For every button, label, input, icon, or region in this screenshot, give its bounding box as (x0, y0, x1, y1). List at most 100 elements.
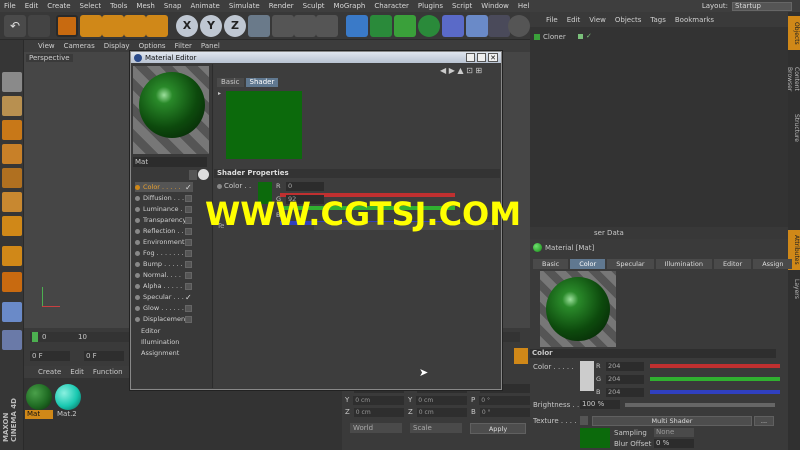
attr-sampling-dropdown[interactable]: None (654, 428, 694, 437)
attr-r-slider[interactable] (650, 364, 780, 368)
grid-snap-icon[interactable] (2, 330, 22, 350)
collapse-arrow-icon[interactable]: ▸ (218, 90, 221, 97)
om-menu-file[interactable]: File (546, 16, 558, 24)
pos-y-field[interactable]: 0 cm (353, 395, 405, 405)
om-menu-tags[interactable]: Tags (650, 16, 666, 24)
menu-mograph[interactable]: MoGraph (334, 2, 366, 10)
tab-layers[interactable]: Layers (788, 274, 800, 304)
close-icon[interactable]: ✕ (488, 53, 498, 62)
preview-arrow-icon[interactable] (189, 170, 197, 180)
redo-icon[interactable] (28, 15, 50, 37)
channel-normal[interactable]: Normal. . . . (135, 270, 192, 280)
menu-select[interactable]: Select (80, 2, 102, 10)
menu-mesh[interactable]: Mesh (136, 2, 154, 10)
size-z-field[interactable]: 0 cm (416, 407, 467, 417)
playhead[interactable] (32, 332, 38, 342)
om-menu-bookmarks[interactable]: Bookmarks (675, 16, 714, 24)
om-menu-edit[interactable]: Edit (567, 16, 581, 24)
object-row-cloner[interactable]: Cloner (534, 32, 566, 42)
model-mode-icon[interactable] (2, 72, 22, 92)
attr-tab-color[interactable]: Color (570, 259, 606, 269)
render-view-icon[interactable] (272, 15, 294, 37)
scale-tool-icon[interactable] (102, 15, 124, 37)
material-editor-titlebar[interactable]: Material Editor ✕ (131, 52, 501, 63)
array-icon[interactable] (394, 15, 416, 37)
tab-content-browser[interactable]: Content Browser (786, 54, 800, 104)
editor-preview[interactable] (133, 66, 209, 154)
attr-color-swatch[interactable] (580, 361, 594, 391)
timeline-settings-icon[interactable] (514, 348, 528, 364)
menu-window[interactable]: Window (481, 2, 509, 10)
material-label-mat2[interactable]: Mat.2 (55, 410, 83, 419)
enabled-check-icon[interactable]: ✓ (586, 32, 592, 40)
menu-plugins[interactable]: Plugins (418, 2, 443, 10)
viewport-menu-panel[interactable]: Panel (201, 42, 220, 50)
attr-tab-specular[interactable]: Specular (607, 259, 654, 269)
menu-snap[interactable]: Snap (164, 2, 182, 10)
viewport-menu-cameras[interactable]: Cameras (64, 42, 95, 50)
mm-menu-edit[interactable]: Edit (70, 368, 84, 376)
menu-simulate[interactable]: Simulate (229, 2, 260, 10)
menu-edit[interactable]: Edit (25, 2, 39, 10)
attr-g-field[interactable]: 204 (606, 375, 644, 384)
material-label-mat[interactable]: Mat (25, 410, 53, 419)
camera-icon[interactable] (488, 15, 510, 37)
x-axis-lock-icon[interactable]: X (176, 15, 198, 37)
channel-illumination[interactable]: Illumination (141, 337, 179, 347)
snap-icon[interactable] (2, 302, 22, 322)
tab-structure[interactable]: Structure (788, 108, 800, 148)
channel-glow[interactable]: Glow . . . . . . (135, 303, 192, 313)
attr-blur-field[interactable]: 0 % (654, 439, 694, 448)
attr-texture-preview[interactable] (580, 428, 610, 448)
attr-g-slider[interactable] (650, 377, 780, 381)
preview-settings-icon[interactable] (198, 169, 209, 180)
channel-specular[interactable]: Specular . . . ✓ (135, 292, 192, 302)
workplane-icon[interactable] (2, 120, 22, 140)
channel-environment[interactable]: Environment (135, 237, 192, 247)
points-mode-icon[interactable] (2, 144, 22, 164)
menu-character[interactable]: Character (374, 2, 409, 10)
add-tool-icon[interactable] (146, 15, 168, 37)
texture-mode-icon[interactable] (2, 96, 22, 116)
z-axis-lock-icon[interactable]: Z (224, 15, 246, 37)
mm-menu-create[interactable]: Create (38, 368, 61, 376)
minimize-icon[interactable] (466, 53, 475, 62)
channel-bump[interactable]: Bump . . . . . (135, 259, 192, 269)
attr-texture-button[interactable]: Multi Shader (592, 416, 752, 426)
nav-arrows-icon[interactable]: ◀ ▶ ▲ ⊡ ⊞ (440, 66, 498, 75)
attr-r-field[interactable]: 204 (606, 362, 644, 371)
render-settings-icon[interactable] (316, 15, 338, 37)
rot-b-field[interactable]: 0 ° (479, 407, 531, 417)
layout-dropdown[interactable]: Startup (732, 1, 792, 11)
channel-transparency[interactable]: Transparency (135, 215, 192, 225)
current-frame-field[interactable]: 0 F (30, 351, 70, 361)
maximize-icon[interactable] (477, 53, 486, 62)
material-swatch-mat[interactable] (26, 384, 52, 410)
select-tool-icon[interactable] (56, 15, 78, 37)
om-menu-view[interactable]: View (589, 16, 606, 24)
apply-button[interactable]: Apply (470, 423, 526, 434)
material-swatch-mat2[interactable] (55, 384, 81, 410)
attr-tab-illumination[interactable]: Illumination (655, 259, 712, 269)
polygons-mode-icon[interactable] (2, 192, 22, 212)
attr-tab-basic[interactable]: Basic (533, 259, 569, 269)
axis-mode-icon[interactable] (2, 216, 22, 236)
attr-texture-arrow-icon[interactable] (580, 416, 588, 425)
start-frame-field[interactable]: 0 F (84, 351, 124, 361)
material-preview[interactable] (540, 271, 616, 347)
channel-assignment[interactable]: Assignment (141, 348, 179, 358)
viewport-menu-options[interactable]: Options (139, 42, 166, 50)
channel-fog[interactable]: Fog . . . . . . . (135, 248, 192, 258)
mm-menu-function[interactable]: Function (93, 368, 123, 376)
menu-sculpt[interactable]: Sculpt (303, 2, 325, 10)
pos-z-field[interactable]: 0 cm (353, 407, 404, 417)
om-menu-objects[interactable]: Objects (615, 16, 641, 24)
shader-r-field[interactable]: 0 (286, 182, 324, 191)
viewport-menu-view[interactable]: View (38, 42, 55, 50)
tweak-mode-icon[interactable] (2, 246, 22, 266)
material-name-field[interactable]: Mat (133, 157, 207, 167)
editor-tab-basic[interactable]: Basic (217, 78, 244, 87)
attr-tab-editor[interactable]: Editor (713, 259, 752, 269)
object-name-cloner[interactable]: Cloner (543, 33, 566, 41)
visibility-dot-icon[interactable] (578, 34, 583, 39)
